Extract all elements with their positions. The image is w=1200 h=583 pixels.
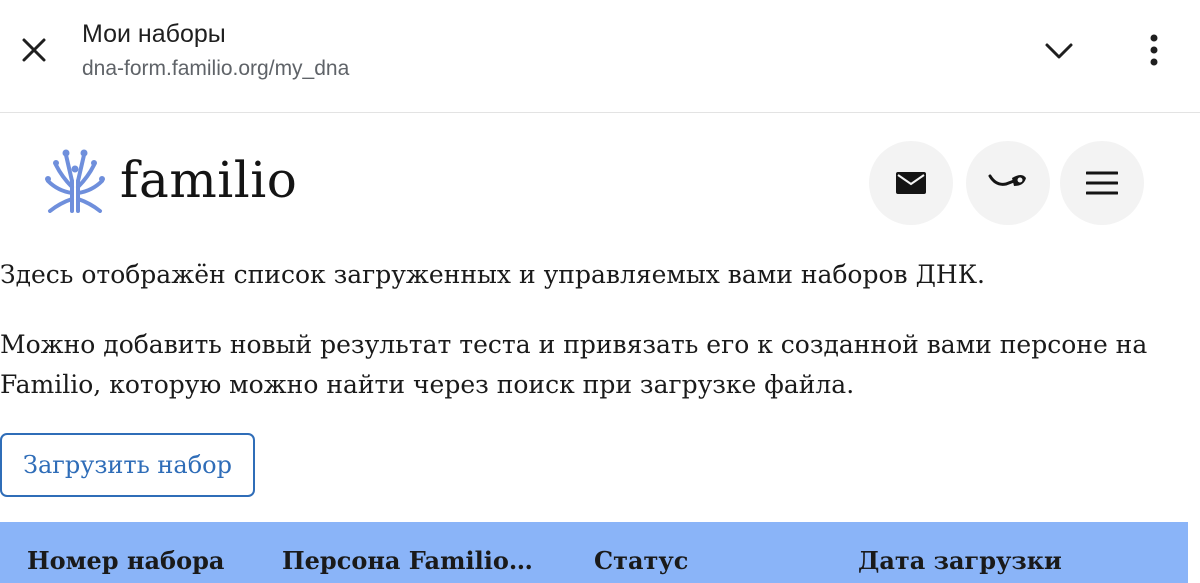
familio-logo[interactable]: familio xyxy=(44,147,297,213)
menu-icon xyxy=(1086,171,1118,195)
envelope-icon xyxy=(896,172,926,194)
more-options-button[interactable] xyxy=(1134,28,1174,72)
chevron-down-icon xyxy=(1045,43,1073,59)
page-title: Мои наборы xyxy=(82,20,226,48)
tree-logo-icon xyxy=(45,149,105,213)
close-icon xyxy=(22,38,46,62)
intro-text: Здесь отображён список загруженных и упр… xyxy=(0,260,985,289)
column-header-kit-number[interactable]: Номер набора xyxy=(27,546,224,575)
messages-button[interactable] xyxy=(869,141,953,225)
menu-button[interactable] xyxy=(1060,141,1144,225)
horn-icon xyxy=(988,174,1026,186)
more-vertical-icon xyxy=(1150,34,1158,66)
table-header: Номер набора Персона Familio… Статус Дат… xyxy=(0,522,1188,583)
browser-toolbar: Мои наборы dna-form.familio.org/my_dna xyxy=(0,0,1200,113)
column-header-upload-date[interactable]: Дата загрузки xyxy=(858,546,1062,575)
page-url: dna-form.familio.org/my_dna xyxy=(82,57,350,80)
column-header-person[interactable]: Персона Familio… xyxy=(282,546,533,575)
notifications-button[interactable] xyxy=(966,141,1050,225)
logo-text: familio xyxy=(120,151,298,209)
hint-text: Можно добавить новый результат теста и п… xyxy=(0,330,1148,399)
column-header-status[interactable]: Статус xyxy=(594,546,688,575)
collapse-button[interactable] xyxy=(1038,30,1080,72)
upload-kit-button[interactable]: Загрузить набор xyxy=(0,433,255,497)
close-button[interactable] xyxy=(14,30,54,70)
